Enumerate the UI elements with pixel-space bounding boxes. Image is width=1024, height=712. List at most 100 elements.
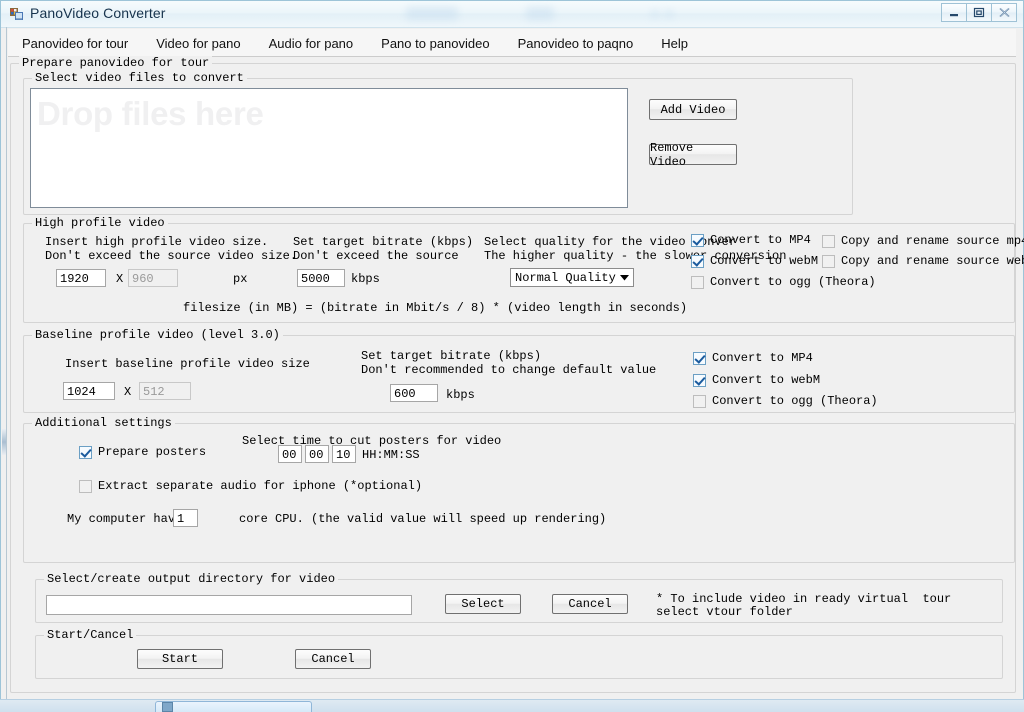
checkbox-icon (822, 235, 835, 248)
high-profile-bitrate-unit: kbps (351, 272, 380, 286)
window-controls (941, 3, 1017, 22)
baseline-bitrate-unit: kbps (446, 388, 475, 402)
checkbox-icon (693, 395, 706, 408)
group-high-profile-video-label: High profile video (32, 216, 168, 230)
cpu-cores-suffix-label: core CPU. (the valid value will speed up… (239, 512, 607, 526)
high-profile-width-input[interactable] (56, 269, 106, 287)
taskbar-item[interactable] (155, 701, 312, 712)
baseline-convert-webm-label: Convert to webM (712, 373, 821, 387)
copy-rename-source-mp4-checkbox[interactable]: Copy and rename source mp4 (822, 234, 1024, 249)
taskbar-app-icon (162, 702, 173, 712)
tab-video-for-pano[interactable]: Video for pano (142, 33, 254, 56)
group-output-directory-label: Select/create output directory for video (44, 572, 339, 586)
group-select-video-files-label: Select video files to convert (32, 71, 247, 85)
checkbox-icon (822, 255, 835, 268)
poster-time-format-label: HH:MM:SS (362, 448, 420, 462)
baseline-bitrate-hint-line1: Set target bitrate (kbps) (361, 349, 542, 363)
baseline-height-input[interactable] (139, 382, 191, 400)
output-directory-input[interactable] (46, 595, 412, 615)
baseline-bitrate-hint-line2: Don't recommended to change default valu… (361, 363, 657, 377)
high-profile-convert-webm-checkbox[interactable]: Convert to webM (691, 254, 818, 269)
group-baseline-profile-video-label: Baseline profile video (level 3.0) (32, 328, 283, 342)
add-video-button[interactable]: Add Video (649, 99, 737, 120)
poster-minutes-input[interactable] (305, 445, 329, 463)
drop-files-zone[interactable]: Drop files here (30, 88, 628, 208)
window-left-edge-divider (6, 27, 7, 701)
checkbox-icon (79, 446, 92, 459)
titlebar-ghost-artifact (406, 7, 458, 20)
tab-pano-to-panovideo[interactable]: Pano to panovideo (367, 33, 503, 56)
baseline-convert-mp4-label: Convert to MP4 (712, 351, 813, 365)
high-profile-convert-ogg-label: Convert to ogg (Theora) (710, 275, 876, 289)
baseline-dimension-separator: X (124, 385, 132, 399)
baseline-convert-ogg-checkbox[interactable]: Convert to ogg (Theora) (693, 394, 878, 409)
minimize-button[interactable] (941, 3, 967, 22)
filesize-formula-text: filesize (in MB) = (bitrate in Mbit/s / … (183, 301, 688, 315)
group-start-cancel-label: Start/Cancel (44, 628, 137, 642)
high-profile-dimension-separator: X (116, 272, 124, 286)
poster-hours-input[interactable] (278, 445, 302, 463)
checkbox-icon (79, 480, 92, 493)
high-profile-convert-mp4-label: Convert to MP4 (710, 233, 811, 247)
title-bar[interactable]: PanoVideo Converter (1, 1, 1023, 28)
checkbox-icon (693, 352, 706, 365)
close-button[interactable] (991, 3, 1017, 22)
maximize-button[interactable] (966, 3, 992, 22)
cancel-directory-button[interactable]: Cancel (552, 594, 628, 614)
quality-select-value: Normal Quality (515, 270, 616, 285)
high-profile-convert-mp4-checkbox[interactable]: Convert to MP4 (691, 233, 811, 248)
desktop-background: PanoVideo Converter Panovideo for tour V… (0, 0, 1024, 712)
high-profile-height-input[interactable] (128, 269, 178, 287)
prepare-posters-checkbox[interactable]: Prepare posters (79, 445, 206, 460)
scroll-thumb-artifact[interactable] (2, 429, 6, 455)
window-title: PanoVideo Converter (30, 5, 166, 21)
copy-rename-source-mp4-label: Copy and rename source mp4 (841, 234, 1024, 248)
baseline-width-input[interactable] (63, 382, 115, 400)
extract-audio-checkbox[interactable]: Extract separate audio for iphone (*opti… (79, 479, 422, 494)
high-profile-size-hint-line1: Insert high profile video size. (45, 235, 269, 249)
prepare-posters-label: Prepare posters (98, 445, 207, 459)
high-profile-px-unit: px (233, 272, 248, 286)
tab-audio-for-pano[interactable]: Audio for pano (255, 33, 368, 56)
tab-help[interactable]: Help (647, 33, 702, 56)
group-prepare-panovideo-label: Prepare panovideo for tour (19, 56, 213, 70)
copy-rename-source-webm-checkbox[interactable]: Copy and rename source webM (822, 254, 1024, 269)
checkbox-icon (691, 276, 704, 289)
output-note-line2: select vtour folder (656, 605, 793, 619)
high-profile-bitrate-hint-line1: Set target bitrate (kbps) (293, 235, 474, 249)
drop-files-placeholder: Drop files here (37, 95, 264, 132)
checkbox-icon (693, 374, 706, 387)
high-profile-convert-ogg-checkbox[interactable]: Convert to ogg (Theora) (691, 275, 876, 290)
checkbox-icon (691, 234, 704, 247)
main-tab-strip: Panovideo for tour Video for pano Audio … (8, 29, 1016, 57)
baseline-convert-ogg-label: Convert to ogg (Theora) (712, 394, 878, 408)
baseline-bitrate-input[interactable] (390, 384, 438, 402)
titlebar-ghost-artifact (651, 10, 659, 18)
remove-video-button[interactable]: Remove Video (649, 141, 737, 169)
high-profile-size-hint-line2: Don't exceed the source video size. (45, 249, 298, 263)
start-button[interactable]: Start (137, 649, 223, 669)
tab-panovideo-for-tour[interactable]: Panovideo for tour (8, 33, 143, 56)
taskbar (0, 699, 1024, 712)
output-note-line1: * To include video in ready virtual tour (656, 592, 952, 606)
cancel-button[interactable]: Cancel (295, 649, 371, 669)
chevron-down-icon (616, 269, 633, 286)
high-profile-bitrate-input[interactable] (297, 269, 345, 287)
high-profile-bitrate-hint-line2: Don't exceed the source (293, 249, 459, 263)
baseline-convert-mp4-checkbox[interactable]: Convert to MP4 (693, 351, 813, 366)
high-profile-convert-webm-label: Convert to webM (710, 254, 819, 268)
baseline-convert-webm-checkbox[interactable]: Convert to webM (693, 373, 820, 388)
copy-rename-source-webm-label: Copy and rename source webM (841, 254, 1024, 268)
titlebar-ghost-artifact (665, 10, 673, 18)
group-additional-settings-label: Additional settings (32, 416, 175, 430)
cpu-cores-prefix-label: My computer have (67, 512, 183, 526)
app-icon (10, 7, 24, 21)
quality-select[interactable]: Normal Quality (510, 268, 634, 287)
checkbox-icon (691, 255, 704, 268)
cpu-cores-input[interactable] (173, 509, 198, 527)
poster-seconds-input[interactable] (332, 445, 356, 463)
tab-panovideo-to-paqno[interactable]: Panovideo to paqno (504, 33, 648, 56)
titlebar-ghost-artifact (526, 7, 554, 20)
baseline-size-hint: Insert baseline profile video size (65, 357, 310, 371)
select-directory-button[interactable]: Select (445, 594, 521, 614)
